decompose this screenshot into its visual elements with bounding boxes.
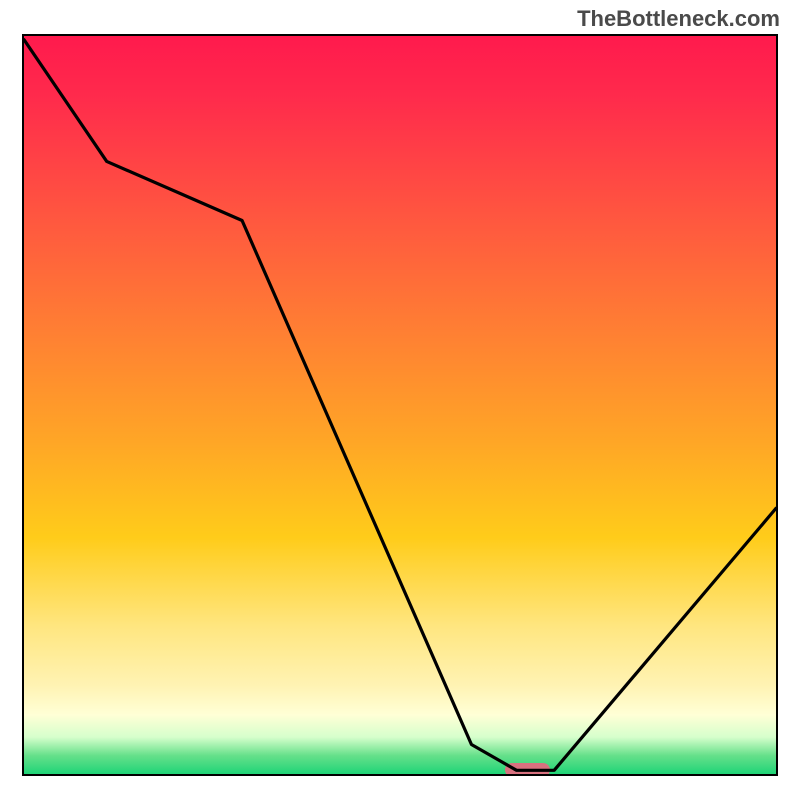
curve-path	[24, 40, 776, 771]
watermark-text: TheBottleneck.com	[577, 6, 780, 32]
bottleneck-chart: TheBottleneck.com	[0, 0, 800, 800]
bottleneck-curve	[24, 36, 776, 774]
plot-area	[22, 34, 778, 776]
